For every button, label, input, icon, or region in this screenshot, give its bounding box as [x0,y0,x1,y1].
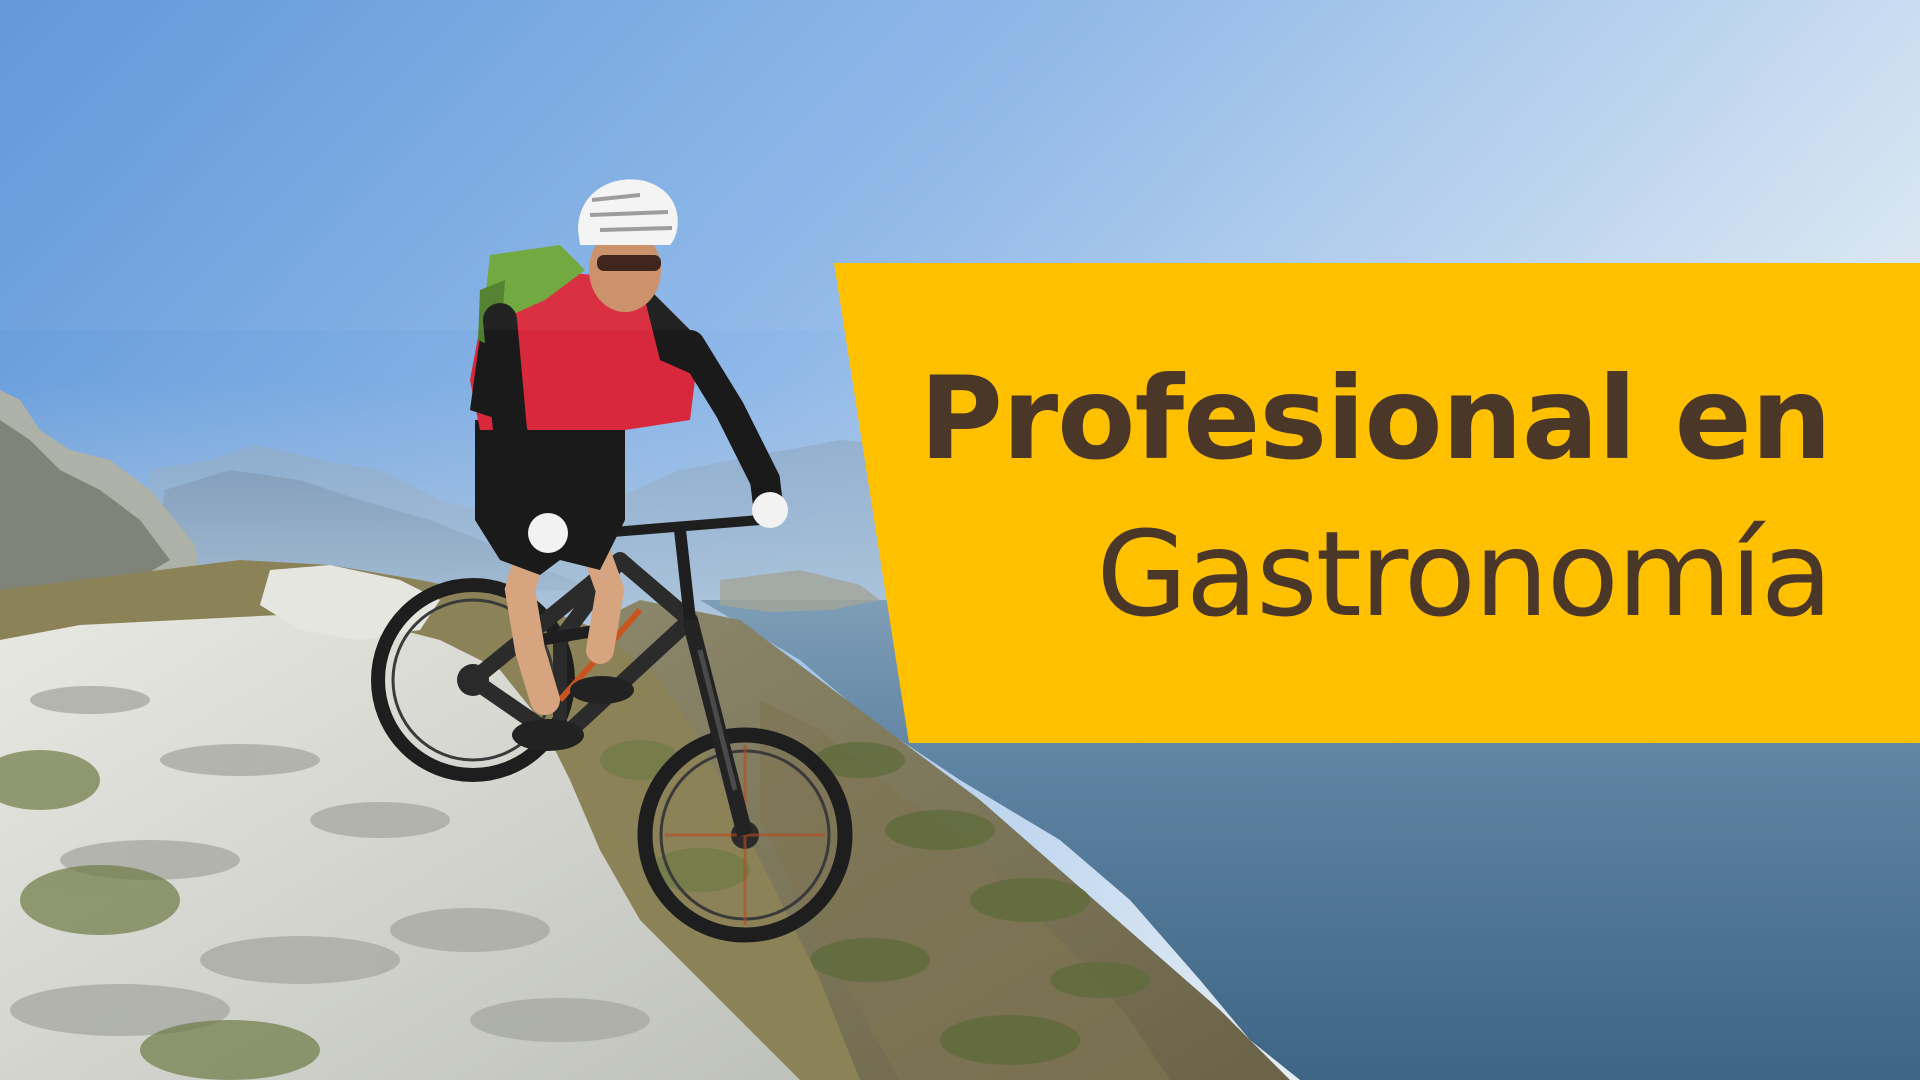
title-line-1: Profesional en [919,352,1832,485]
title-line-2: Gastronomía [1096,505,1833,643]
hero-banner: Profesional en Gastronomía [0,0,1920,1080]
